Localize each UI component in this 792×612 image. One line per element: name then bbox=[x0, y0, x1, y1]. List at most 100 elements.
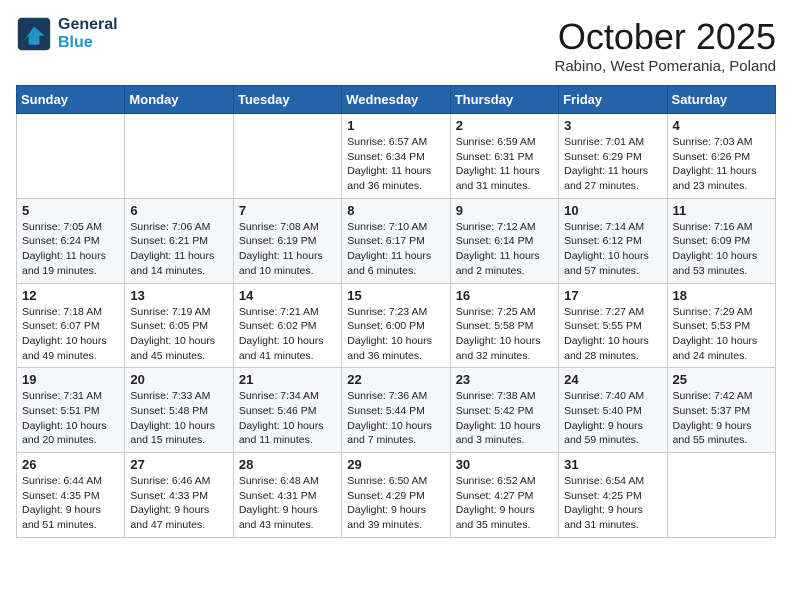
day-number: 16 bbox=[456, 288, 553, 303]
cell-content: Sunrise: 7:40 AMSunset: 5:40 PMDaylight:… bbox=[564, 389, 661, 448]
calendar-cell: 16 Sunrise: 7:25 AMSunset: 5:58 PMDayligh… bbox=[450, 283, 558, 368]
page-header: General Blue October 2025 Rabino, West P… bbox=[16, 16, 776, 75]
calendar-cell bbox=[17, 114, 125, 199]
calendar-cell: 2 Sunrise: 6:59 AMSunset: 6:31 PMDaylight… bbox=[450, 114, 558, 199]
day-number: 6 bbox=[130, 203, 227, 218]
day-number: 19 bbox=[22, 372, 119, 387]
calendar-cell bbox=[667, 453, 775, 538]
day-number: 22 bbox=[347, 372, 444, 387]
cell-content: Sunrise: 7:06 AMSunset: 6:21 PMDaylight:… bbox=[130, 220, 227, 279]
weekday-header-monday: Monday bbox=[125, 86, 233, 114]
calendar-cell: 9 Sunrise: 7:12 AMSunset: 6:14 PMDaylight… bbox=[450, 198, 558, 283]
calendar-cell: 24 Sunrise: 7:40 AMSunset: 5:40 PMDayligh… bbox=[559, 368, 667, 453]
cell-content: Sunrise: 6:50 AMSunset: 4:29 PMDaylight:… bbox=[347, 474, 444, 533]
day-number: 24 bbox=[564, 372, 661, 387]
calendar-cell: 14 Sunrise: 7:21 AMSunset: 6:02 PMDayligh… bbox=[233, 283, 341, 368]
day-number: 15 bbox=[347, 288, 444, 303]
calendar-week-1: 1Sunrise: 6:57 AMSunset: 6:34 PMDaylight… bbox=[17, 114, 776, 199]
calendar-week-5: 26 Sunrise: 6:44 AMSunset: 4:35 PMDayligh… bbox=[17, 453, 776, 538]
cell-content: Sunrise: 7:29 AMSunset: 5:53 PMDaylight:… bbox=[673, 305, 770, 364]
day-number: 11 bbox=[673, 203, 770, 218]
calendar-cell: 1Sunrise: 6:57 AMSunset: 6:34 PMDaylight… bbox=[342, 114, 450, 199]
cell-content: Sunrise: 7:16 AMSunset: 6:09 PMDaylight:… bbox=[673, 220, 770, 279]
calendar-cell: 26 Sunrise: 6:44 AMSunset: 4:35 PMDayligh… bbox=[17, 453, 125, 538]
cell-content: Sunrise: 7:01 AMSunset: 6:29 PMDaylight:… bbox=[564, 135, 661, 194]
day-number: 21 bbox=[239, 372, 336, 387]
cell-content: Sunrise: 7:23 AMSunset: 6:00 PMDaylight:… bbox=[347, 305, 444, 364]
weekday-header-saturday: Saturday bbox=[667, 86, 775, 114]
calendar-cell: 15 Sunrise: 7:23 AMSunset: 6:00 PMDayligh… bbox=[342, 283, 450, 368]
calendar-cell: 28 Sunrise: 6:48 AMSunset: 4:31 PMDayligh… bbox=[233, 453, 341, 538]
cell-content: Sunrise: 7:36 AMSunset: 5:44 PMDaylight:… bbox=[347, 389, 444, 448]
calendar-week-2: 5Sunrise: 7:05 AMSunset: 6:24 PMDaylight… bbox=[17, 198, 776, 283]
day-number: 2 bbox=[456, 118, 553, 133]
calendar-cell: 10 Sunrise: 7:14 AMSunset: 6:12 PMDayligh… bbox=[559, 198, 667, 283]
calendar-cell: 12Sunrise: 7:18 AMSunset: 6:07 PMDayligh… bbox=[17, 283, 125, 368]
day-number: 13 bbox=[130, 288, 227, 303]
day-number: 9 bbox=[456, 203, 553, 218]
cell-content: Sunrise: 7:33 AMSunset: 5:48 PMDaylight:… bbox=[130, 389, 227, 448]
calendar-cell: 27 Sunrise: 6:46 AMSunset: 4:33 PMDayligh… bbox=[125, 453, 233, 538]
calendar-cell: 7Sunrise: 7:08 AMSunset: 6:19 PMDaylight… bbox=[233, 198, 341, 283]
day-number: 14 bbox=[239, 288, 336, 303]
weekday-header-friday: Friday bbox=[559, 86, 667, 114]
day-number: 25 bbox=[673, 372, 770, 387]
calendar-cell: 4 Sunrise: 7:03 AMSunset: 6:26 PMDaylight… bbox=[667, 114, 775, 199]
weekday-header-thursday: Thursday bbox=[450, 86, 558, 114]
cell-content: Sunrise: 7:10 AMSunset: 6:17 PMDaylight:… bbox=[347, 220, 444, 279]
calendar-cell: 17Sunrise: 7:27 AMSunset: 5:55 PMDayligh… bbox=[559, 283, 667, 368]
location: Rabino, West Pomerania, Poland bbox=[554, 58, 776, 75]
cell-content: Sunrise: 6:52 AMSunset: 4:27 PMDaylight:… bbox=[456, 474, 553, 533]
calendar-table: SundayMondayTuesdayWednesdayThursdayFrid… bbox=[16, 85, 776, 538]
day-number: 10 bbox=[564, 203, 661, 218]
day-number: 27 bbox=[130, 457, 227, 472]
day-number: 4 bbox=[673, 118, 770, 133]
calendar-cell: 19 Sunrise: 7:31 AMSunset: 5:51 PMDayligh… bbox=[17, 368, 125, 453]
day-number: 7 bbox=[239, 203, 336, 218]
calendar-cell: 30 Sunrise: 6:52 AMSunset: 4:27 PMDayligh… bbox=[450, 453, 558, 538]
calendar-cell: 29 Sunrise: 6:50 AMSunset: 4:29 PMDayligh… bbox=[342, 453, 450, 538]
calendar-cell: 22 Sunrise: 7:36 AMSunset: 5:44 PMDayligh… bbox=[342, 368, 450, 453]
cell-content: Sunrise: 7:31 AMSunset: 5:51 PMDaylight:… bbox=[22, 389, 119, 448]
calendar-cell: 21 Sunrise: 7:34 AMSunset: 5:46 PMDayligh… bbox=[233, 368, 341, 453]
cell-content: Sunrise: 6:48 AMSunset: 4:31 PMDaylight:… bbox=[239, 474, 336, 533]
cell-content: Sunrise: 7:27 AMSunset: 5:55 PMDaylight:… bbox=[564, 305, 661, 364]
cell-content: Sunrise: 7:21 AMSunset: 6:02 PMDaylight:… bbox=[239, 305, 336, 364]
calendar-week-3: 12Sunrise: 7:18 AMSunset: 6:07 PMDayligh… bbox=[17, 283, 776, 368]
calendar-week-4: 19 Sunrise: 7:31 AMSunset: 5:51 PMDayligh… bbox=[17, 368, 776, 453]
calendar-cell: 5Sunrise: 7:05 AMSunset: 6:24 PMDaylight… bbox=[17, 198, 125, 283]
cell-content: Sunrise: 7:34 AMSunset: 5:46 PMDaylight:… bbox=[239, 389, 336, 448]
calendar-cell: 20Sunrise: 7:33 AMSunset: 5:48 PMDayligh… bbox=[125, 368, 233, 453]
cell-content: Sunrise: 7:12 AMSunset: 6:14 PMDaylight:… bbox=[456, 220, 553, 279]
calendar-cell: 23Sunrise: 7:38 AMSunset: 5:42 PMDayligh… bbox=[450, 368, 558, 453]
day-number: 31 bbox=[564, 457, 661, 472]
cell-content: Sunrise: 7:14 AMSunset: 6:12 PMDaylight:… bbox=[564, 220, 661, 279]
cell-content: Sunrise: 6:46 AMSunset: 4:33 PMDaylight:… bbox=[130, 474, 227, 533]
logo-icon bbox=[16, 16, 52, 52]
calendar-cell: 18 Sunrise: 7:29 AMSunset: 5:53 PMDayligh… bbox=[667, 283, 775, 368]
calendar-cell: 13 Sunrise: 7:19 AMSunset: 6:05 PMDayligh… bbox=[125, 283, 233, 368]
calendar-cell: 3 Sunrise: 7:01 AMSunset: 6:29 PMDaylight… bbox=[559, 114, 667, 199]
weekday-header-sunday: Sunday bbox=[17, 86, 125, 114]
cell-content: Sunrise: 6:59 AMSunset: 6:31 PMDaylight:… bbox=[456, 135, 553, 194]
cell-content: Sunrise: 7:42 AMSunset: 5:37 PMDaylight:… bbox=[673, 389, 770, 448]
cell-content: Sunrise: 7:03 AMSunset: 6:26 PMDaylight:… bbox=[673, 135, 770, 194]
cell-content: Sunrise: 7:19 AMSunset: 6:05 PMDaylight:… bbox=[130, 305, 227, 364]
day-number: 18 bbox=[673, 288, 770, 303]
day-number: 26 bbox=[22, 457, 119, 472]
calendar-cell: 11 Sunrise: 7:16 AMSunset: 6:09 PMDayligh… bbox=[667, 198, 775, 283]
day-number: 28 bbox=[239, 457, 336, 472]
cell-content: Sunrise: 7:25 AMSunset: 5:58 PMDaylight:… bbox=[456, 305, 553, 364]
day-number: 30 bbox=[456, 457, 553, 472]
month-title: October 2025 bbox=[554, 16, 776, 58]
day-number: 3 bbox=[564, 118, 661, 133]
calendar-cell: 6 Sunrise: 7:06 AMSunset: 6:21 PMDaylight… bbox=[125, 198, 233, 283]
weekday-header-tuesday: Tuesday bbox=[233, 86, 341, 114]
calendar-cell: 25 Sunrise: 7:42 AMSunset: 5:37 PMDayligh… bbox=[667, 368, 775, 453]
weekday-header-wednesday: Wednesday bbox=[342, 86, 450, 114]
day-number: 29 bbox=[347, 457, 444, 472]
cell-content: Sunrise: 7:38 AMSunset: 5:42 PMDaylight:… bbox=[456, 389, 553, 448]
cell-content: Sunrise: 6:57 AMSunset: 6:34 PMDaylight:… bbox=[347, 135, 444, 194]
title-area: October 2025 Rabino, West Pomerania, Pol… bbox=[554, 16, 776, 75]
cell-content: Sunrise: 6:44 AMSunset: 4:35 PMDaylight:… bbox=[22, 474, 119, 533]
